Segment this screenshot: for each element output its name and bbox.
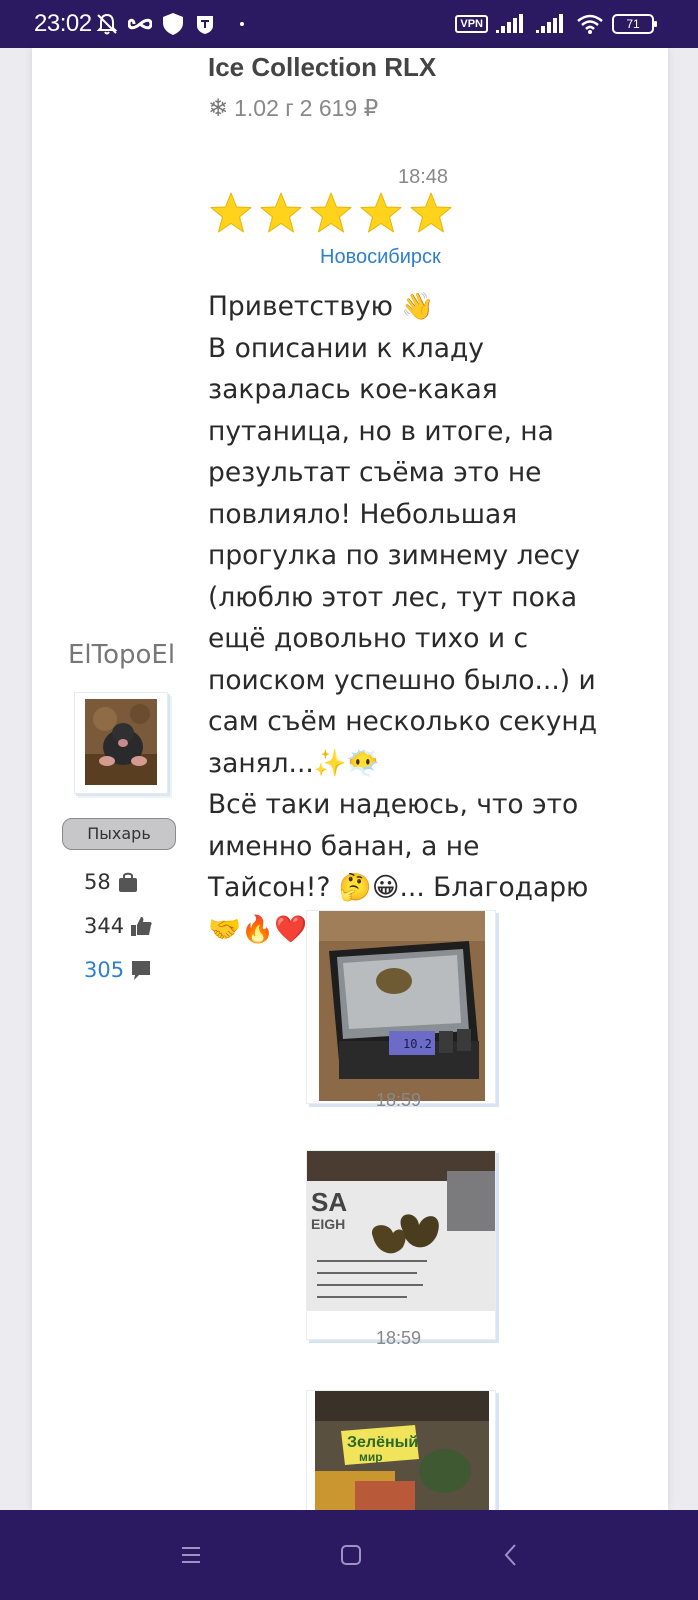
- photo-sign-image: Зелёный мир: [315, 1391, 489, 1511]
- comments-count[interactable]: 305: [84, 958, 124, 982]
- svg-text:SA: SA: [311, 1187, 347, 1217]
- signal-icon: [496, 14, 523, 33]
- review-photo-3[interactable]: Зелёный мир: [306, 1390, 496, 1512]
- likes-count: 344: [84, 914, 125, 938]
- photo-1-time: 18:59: [376, 1090, 422, 1110]
- svg-text:Зелёный: Зелёный: [347, 1434, 418, 1451]
- review-photo-1[interactable]: 10.2: [306, 910, 496, 1104]
- back-icon[interactable]: [496, 1540, 526, 1570]
- wifi-icon: [577, 14, 603, 34]
- comment-icon: [132, 961, 151, 980]
- avatar[interactable]: [74, 692, 168, 794]
- product-meta: ❄ 1.02 г 2 619 ₽: [208, 94, 378, 123]
- svg-text:10.2: 10.2: [403, 1037, 432, 1051]
- photo-scale-image: 10.2: [319, 911, 485, 1101]
- avatar-mole-image: [85, 699, 157, 785]
- product-title[interactable]: Ice Collection RLX: [208, 52, 436, 83]
- review-paragraph-1: Приветствую 👋 В описании к кладу закрала…: [208, 291, 598, 779]
- photo-2-time: 18:59: [376, 1328, 422, 1348]
- star-icon: [310, 192, 352, 233]
- author-name[interactable]: ElTopoEl: [68, 640, 175, 670]
- infinity-icon: [128, 18, 152, 30]
- star-icon: [410, 192, 452, 233]
- brave-icon: [197, 16, 213, 34]
- battery-icon: 71: [612, 14, 657, 34]
- shield-icon: [163, 13, 183, 35]
- review-text: Приветствую 👋 В описании к кладу закрала…: [208, 286, 608, 950]
- svg-text:мир: мир: [359, 1450, 383, 1464]
- likes-stat: 344: [84, 914, 152, 938]
- product-weight: 1.02 г: [234, 95, 294, 121]
- home-icon[interactable]: [336, 1540, 366, 1570]
- vpn-badge: VPN: [455, 15, 488, 33]
- review-time: 18:48: [398, 166, 449, 188]
- purchases-count: 58: [84, 870, 111, 894]
- status-bar: 23:02 VPN 71: [0, 0, 698, 48]
- city-link[interactable]: Новосибирск: [320, 246, 441, 269]
- review-photo-2[interactable]: SA EIGH: [306, 1150, 496, 1340]
- rating-stars: [208, 190, 454, 236]
- photo-pieces-image: SA EIGH: [307, 1151, 495, 1311]
- signal-icon-2: [536, 14, 563, 33]
- review-card: Ice Collection RLX ❄ 1.02 г 2 619 ₽ 18:4…: [32, 48, 668, 1512]
- thumbs-up-icon: [131, 917, 152, 936]
- purchases-stat: 58: [84, 870, 139, 894]
- bell-off-icon: [96, 13, 118, 35]
- product-price: 2 619 ₽: [299, 95, 379, 121]
- menu-icon[interactable]: [176, 1540, 206, 1570]
- star-icon: [210, 192, 252, 233]
- shopping-bag-icon: [118, 872, 137, 892]
- star-icon: [360, 192, 402, 233]
- clock: 23:02: [34, 10, 92, 37]
- rank-badge[interactable]: Пыхарь: [62, 818, 176, 850]
- star-icon: [260, 192, 302, 233]
- system-nav-bar: [0, 1510, 698, 1600]
- svg-text:EIGH: EIGH: [311, 1216, 345, 1232]
- snowflake-icon: ❄: [208, 95, 229, 122]
- notification-dot: [240, 22, 244, 26]
- comments-stat[interactable]: 305: [84, 958, 152, 982]
